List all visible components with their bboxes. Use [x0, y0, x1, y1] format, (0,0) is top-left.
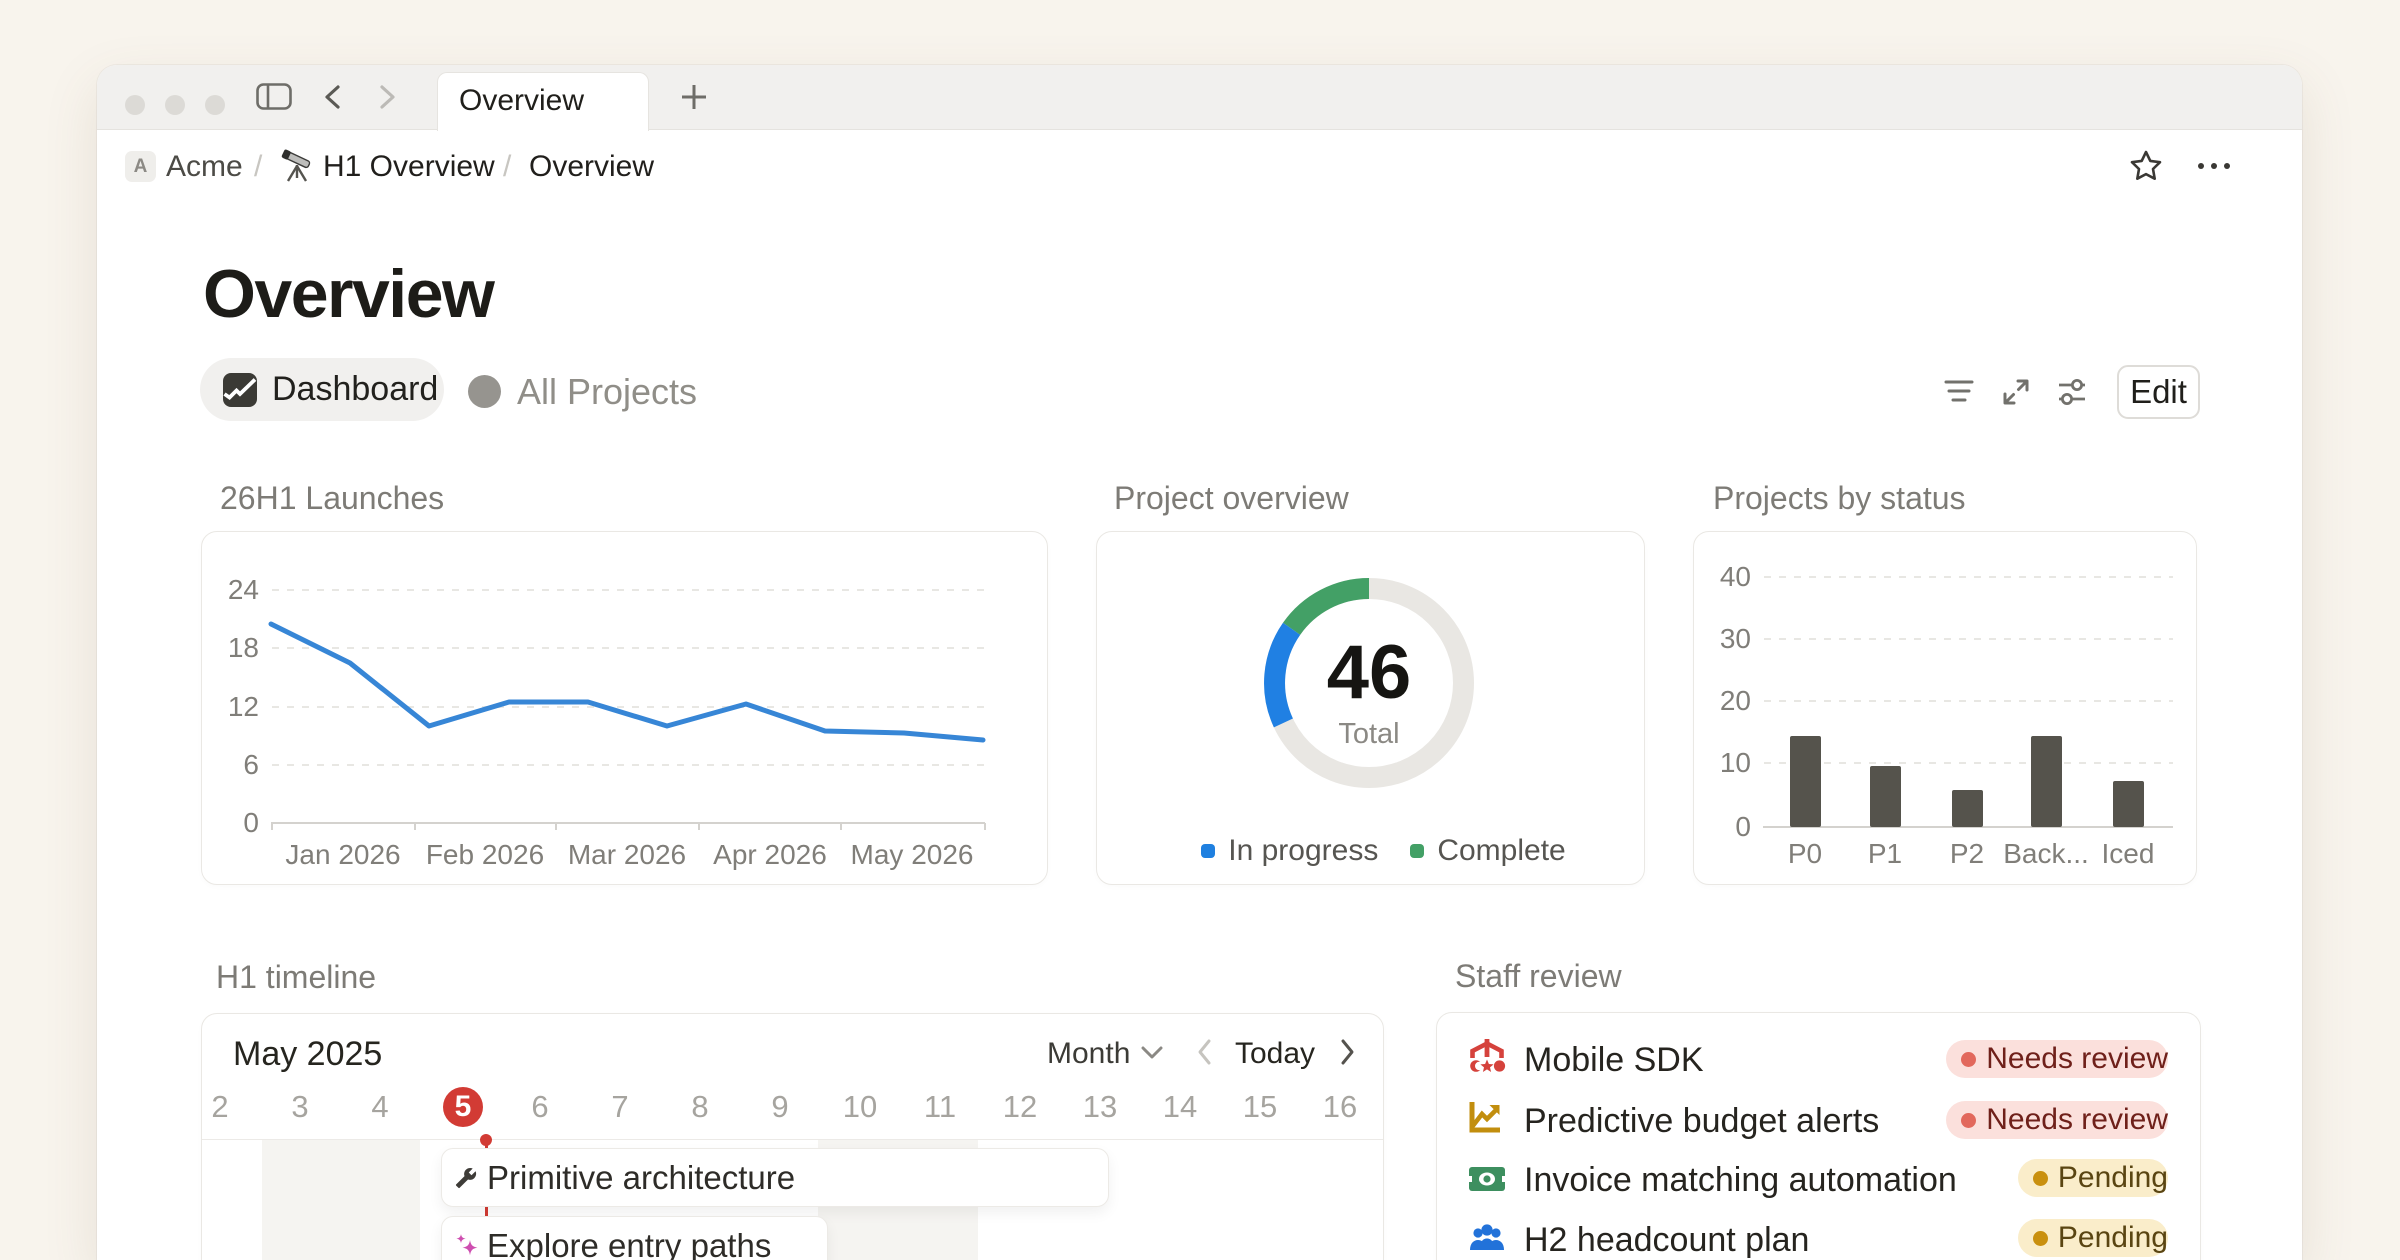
- svg-text:Mar 2026: Mar 2026: [568, 839, 686, 870]
- svg-text:12: 12: [228, 691, 259, 722]
- svg-text:20: 20: [1720, 685, 1751, 716]
- svg-text:Jan 2026: Jan 2026: [285, 839, 400, 870]
- svg-text:0: 0: [243, 807, 259, 838]
- svg-text:46: 46: [1327, 630, 1412, 715]
- svg-text:P0: P0: [1788, 838, 1822, 869]
- svg-text:40: 40: [1720, 561, 1751, 592]
- svg-text:Apr 2026: Apr 2026: [713, 839, 827, 870]
- svg-text:Total: Total: [1338, 718, 1399, 750]
- svg-text:May 2026: May 2026: [851, 839, 974, 870]
- svg-text:24: 24: [228, 574, 259, 605]
- svg-text:10: 10: [1720, 747, 1751, 778]
- svg-text:30: 30: [1720, 623, 1751, 654]
- svg-text:Iced: Iced: [2102, 838, 2155, 869]
- svg-text:0: 0: [1735, 811, 1751, 842]
- svg-text:Back...: Back...: [2003, 838, 2089, 869]
- svg-text:P2: P2: [1950, 838, 1984, 869]
- svg-text:6: 6: [243, 749, 259, 780]
- svg-text:18: 18: [228, 632, 259, 663]
- svg-text:Feb 2026: Feb 2026: [426, 839, 544, 870]
- svg-text:P1: P1: [1868, 838, 1902, 869]
